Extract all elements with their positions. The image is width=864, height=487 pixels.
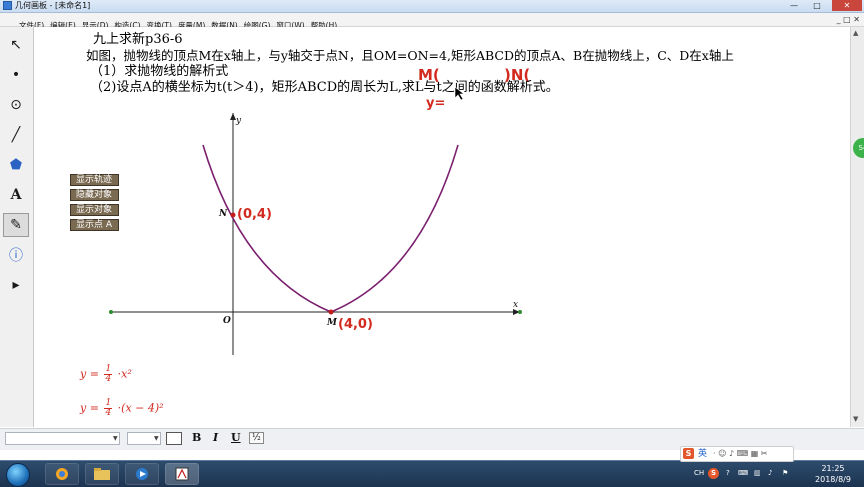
parabola-curve[interactable] [202, 144, 459, 313]
taskbar-app-player[interactable] [125, 463, 159, 485]
toolbox: ↖ • ⊙ ╱ ⬟ A ✎ ⓘ ▸ [0, 27, 34, 427]
taskbar-app-browser[interactable] [45, 463, 79, 485]
formula-rhs: ·(x − 4)² [117, 401, 164, 415]
fraction-denominator: 4 [105, 408, 112, 418]
vertical-scrollbar[interactable]: ▲ ▼ [850, 27, 864, 427]
browser-icon [56, 468, 68, 480]
app-icon [3, 1, 12, 10]
point-tool[interactable]: • [3, 63, 29, 87]
show-point-a-button[interactable]: 显示点 A [70, 219, 119, 231]
x-axis-endpoint[interactable] [518, 310, 522, 314]
help-icon[interactable]: ? [726, 469, 730, 477]
maximize-button[interactable]: □ [806, 0, 828, 11]
show-objects-button[interactable]: 显示对象 [70, 204, 119, 216]
language-indicator[interactable]: CH [694, 469, 704, 477]
show-trace-button[interactable]: 显示轨迹 [70, 174, 119, 186]
clock-date: 2018/8/9 [815, 475, 851, 484]
information-tool[interactable]: ⓘ [3, 243, 29, 267]
formula-fraction: 14 [104, 365, 113, 384]
sketch-canvas[interactable]: y x O N M (0,4) (4,0) M( )N( y= 九上求新p36-… [34, 27, 850, 427]
media-player-icon [136, 468, 148, 480]
font-family-select[interactable] [5, 432, 120, 445]
sogou-logo-icon: S [683, 448, 694, 459]
menu-bar: 文件(F) 编辑(E) 显示(D) 构造(C) 变换(T) 度量(M) 数据(N) 绘图(G)… [0, 13, 864, 30]
scroll-down-icon[interactable]: ▼ [853, 415, 858, 423]
point-n[interactable] [230, 212, 236, 218]
text-tool[interactable]: A [3, 183, 29, 207]
problem-part-2: （2)设点A的横坐标为t(t＞4)，矩形ABCD的周长为L,求L与t之间的函数解… [90, 80, 559, 95]
title-bar: 几何画板 - [未命名1] — □ ✕ [0, 0, 864, 13]
formula-fraction: 14 [104, 399, 113, 418]
origin-label: O [223, 316, 231, 326]
x-axis-label: x [513, 300, 518, 310]
volume-icon[interactable]: ♪ [768, 469, 772, 477]
folder-icon [94, 468, 110, 480]
italic-button[interactable]: I [213, 431, 218, 444]
taskbar-app-geometry-sketchpad[interactable] [165, 463, 199, 485]
clock-time: 21:25 [821, 464, 845, 473]
font-dropdown-icon[interactable]: ▼ [113, 435, 118, 442]
bold-button[interactable]: B [192, 431, 201, 444]
straightedge-tool[interactable]: ╱ [3, 123, 29, 147]
compass-tool[interactable]: ⊙ [3, 93, 29, 117]
selection-arrow-tool[interactable]: ↖ [3, 33, 29, 57]
formula-y-quarter-x-squared[interactable]: y = 14 ·x² [80, 365, 132, 384]
problem-statement: 如图，抛物线的顶点M在x轴上，与y轴交于点N，且OM=ON=4,矩形ABCD的顶… [86, 48, 734, 63]
minimize-button[interactable]: — [783, 0, 805, 11]
underline-button[interactable]: U [231, 431, 241, 444]
formula-rhs: ·x² [117, 367, 132, 381]
taskbar-app-explorer[interactable] [85, 463, 119, 485]
text-color-swatch[interactable] [166, 432, 182, 445]
point-m-label: M [326, 318, 338, 328]
formula-lhs: y = [80, 367, 99, 381]
taskbar: CH S ? ⌨ ▥ ♪ ⚑ 21:25 2018/8/9 [0, 460, 864, 487]
document-window-controls[interactable]: _ □ ✕ [820, 13, 864, 26]
close-button[interactable]: ✕ [832, 0, 862, 11]
keyboard-icon[interactable]: ⌨ [738, 469, 748, 477]
sketchpad-icon [175, 467, 189, 481]
polygon-tool[interactable]: ⬟ [3, 153, 29, 177]
ime-toolbar-icons[interactable]: · ☺ ♪ ⌨ ▦ ✂ [713, 447, 768, 461]
point-m[interactable] [328, 309, 334, 315]
ime-toolbar[interactable]: S 英 · ☺ ♪ ⌨ ▦ ✂ [680, 446, 794, 462]
math-format-icon[interactable]: ½ [249, 432, 264, 444]
sogou-icon[interactable]: S [708, 468, 719, 479]
ime-mode-label[interactable]: 英 [698, 447, 707, 461]
hide-objects-button[interactable]: 隐藏对象 [70, 189, 119, 201]
clock[interactable]: 21:25 2018/8/9 [808, 463, 858, 485]
point-n-label: N [218, 209, 228, 219]
x-axis-endpoint[interactable] [109, 310, 113, 314]
system-tray: CH S ? ⌨ ▥ ♪ ⚑ 21:25 2018/8/9 [664, 461, 864, 487]
problem-title: 九上求新p36-6 [93, 32, 183, 47]
marker-tool[interactable]: ✎ [3, 213, 29, 237]
scroll-up-icon[interactable]: ▲ [853, 29, 858, 37]
start-button[interactable] [6, 463, 30, 487]
problem-part-1: （1）求抛物线的解析式 [90, 64, 229, 79]
network-icon[interactable]: ▥ [754, 469, 761, 477]
annotation-m-coords: (4,0) [338, 317, 373, 332]
formula-y-quarter-x-minus-4-squared[interactable]: y = 14 ·(x − 4)² [80, 399, 164, 418]
window-title: 几何画板 - [未命名1] [15, 1, 91, 10]
fraction-denominator: 4 [105, 374, 112, 384]
y-axis-label: y [235, 116, 242, 126]
annotation-n-coords: (0,4) [237, 207, 272, 222]
size-dropdown-icon[interactable]: ▼ [154, 435, 159, 442]
formula-lhs: y = [80, 401, 99, 415]
annotation-top-y: y= [426, 96, 445, 111]
mouse-cursor-icon [455, 87, 465, 101]
flag-icon[interactable]: ⚑ [782, 469, 788, 477]
custom-tool[interactable]: ▸ [3, 273, 29, 297]
